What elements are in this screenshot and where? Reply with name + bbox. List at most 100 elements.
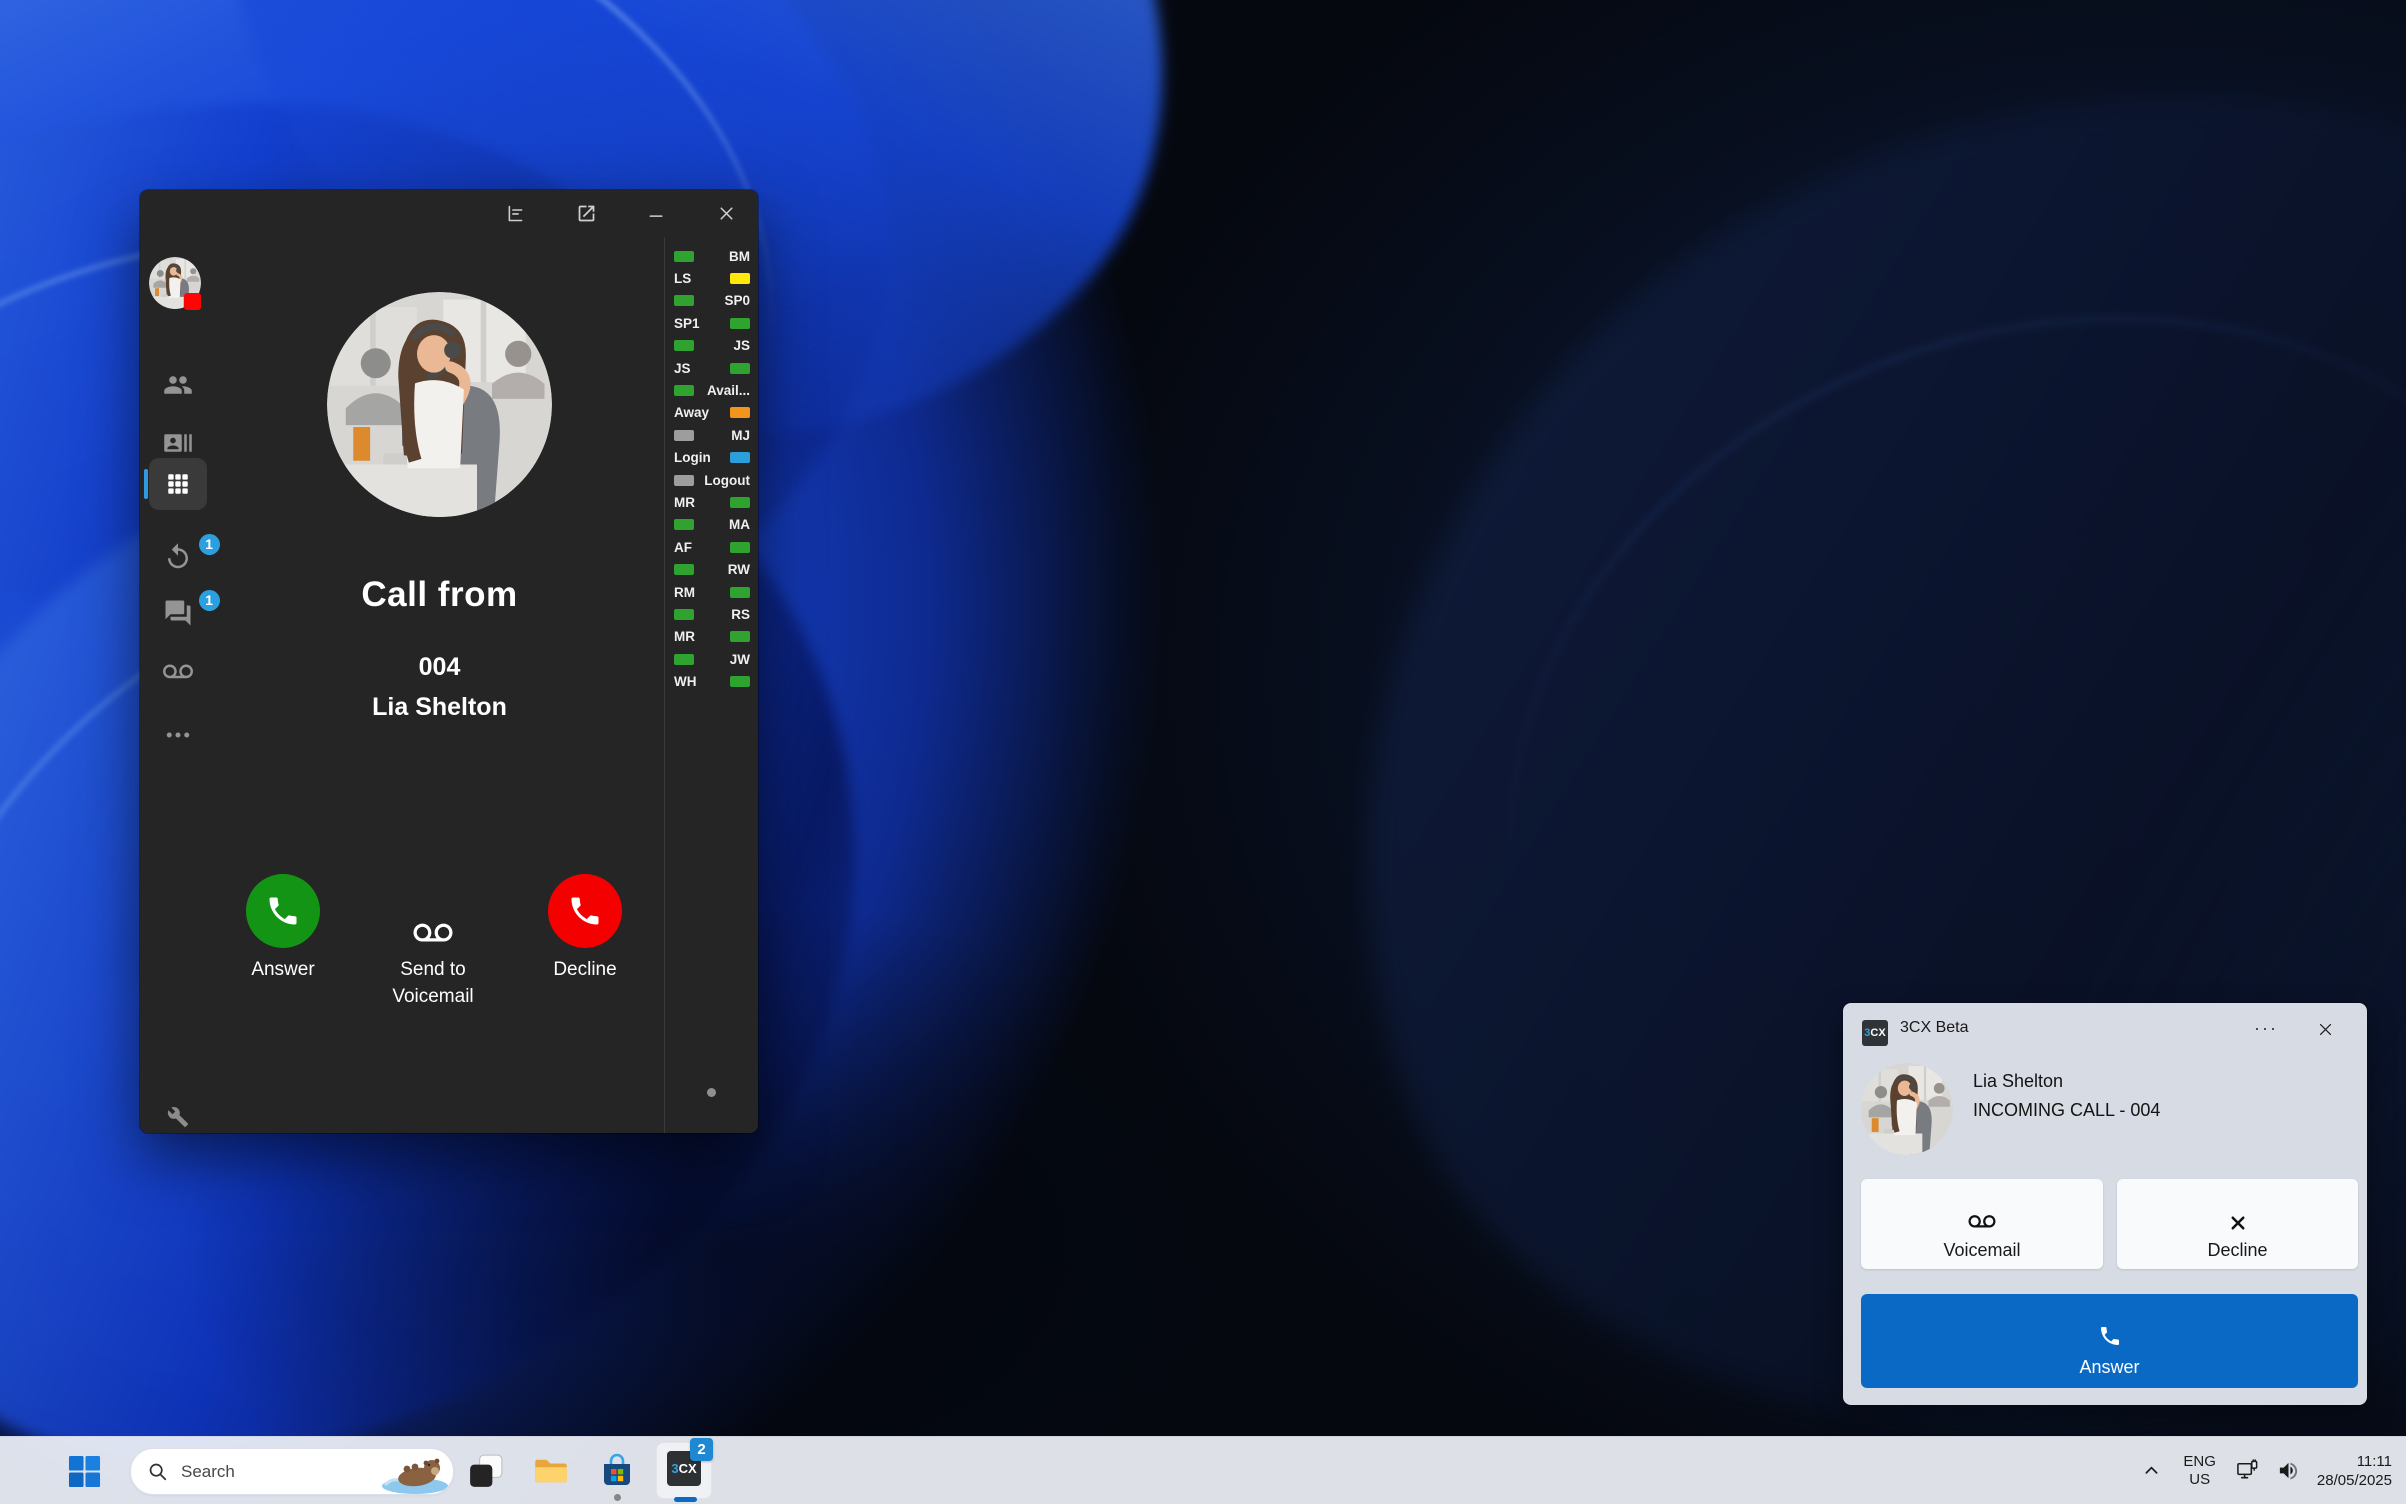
notification-toast: 3CX 3CX Beta ··· [1843,1003,2367,1405]
blf-key[interactable]: SP0 [665,290,759,312]
voicemail-label-line2: Voicemail [392,986,473,1007]
answer-phone-icon [265,893,301,929]
blf-key[interactable]: Logout [665,469,759,491]
caller-number: 004 [215,653,664,682]
blf-status-led [674,295,694,306]
volume-button[interactable] [2276,1458,2302,1484]
sidebar-item-team[interactable] [140,363,215,407]
clock-time: 11:11 [2317,1452,2392,1471]
start-button[interactable] [60,1447,108,1495]
blf-key[interactable]: RM [665,581,759,603]
settings-button[interactable] [140,1095,215,1139]
caller-name: Lia Shelton [215,693,664,722]
queue-statistics-button[interactable] [498,198,532,228]
blf-key[interactable]: MR [665,626,759,648]
blf-key[interactable]: RW [665,558,759,580]
blf-status-led [674,251,694,262]
3cx-taskbar-button[interactable]: 3CX 2 [656,1442,712,1499]
blf-key-label: Away [674,405,709,420]
close-button[interactable] [709,198,743,228]
blf-status-led [674,385,694,396]
app-sidebar: 1 1 [140,237,215,1133]
search-input[interactable]: Search [130,1448,454,1495]
sidebar-item-voicemail[interactable] [140,650,215,694]
toast-caller-photo [1861,1063,1953,1155]
desktop: 1 1 [0,0,2406,1504]
blf-key-label: WH [674,674,697,689]
blf-key[interactable]: LS [665,267,759,289]
toast-voicemail-label: Voicemail [1867,1240,2097,1261]
incoming-call-panel: Call from 004 Lia Shelton Answer Send to [215,237,664,1133]
blf-key[interactable]: Away [665,402,759,424]
blf-key[interactable]: JS [665,335,759,357]
blf-key-label: LS [674,271,691,286]
blf-key-label: MR [674,495,695,510]
blf-key[interactable]: Avail... [665,379,759,401]
blf-key[interactable]: SP1 [665,312,759,334]
toast-voicemail-button[interactable]: Voicemail [1861,1179,2103,1269]
blf-key[interactable]: RS [665,603,759,625]
blf-key[interactable]: JW [665,648,759,670]
network-icon [2236,1459,2259,1482]
toast-more-button[interactable]: ··· [2248,1011,2284,1045]
language-region: US [2183,1471,2216,1489]
close-icon [2317,1021,2334,1038]
blf-key[interactable]: Login [665,447,759,469]
blf-key[interactable]: MJ [665,424,759,446]
toast-answer-label: Answer [1867,1357,2352,1378]
blf-status-led [674,564,694,575]
task-view-icon [468,1453,504,1489]
blf-key[interactable]: AF [665,536,759,558]
taskbar: Search [0,1436,2406,1504]
clock[interactable]: 11:11 28/05/2025 [2317,1452,2394,1490]
blf-status-led [730,318,750,329]
send-to-voicemail-button[interactable]: Send to Voicemail [373,874,493,1010]
blf-status-led [730,363,750,374]
language-indicator[interactable]: ENG US [2179,1453,2220,1489]
user-avatar[interactable] [149,257,201,309]
blf-key-label: AF [674,540,692,555]
3cx-logo-icon: 3CX [1862,1020,1888,1046]
sidebar-item-chat[interactable]: 1 [140,593,215,637]
dialpad-icon [165,471,191,497]
blf-key-label: JS [733,338,750,353]
sidebar-item-history[interactable]: 1 [140,537,215,581]
blf-key-label: MR [674,629,695,644]
sidebar-item-dialpad[interactable] [140,458,215,510]
open-in-window-button[interactable] [569,198,603,228]
toast-close-button[interactable] [2305,1011,2345,1047]
blf-key[interactable]: MA [665,514,759,536]
network-button[interactable] [2235,1458,2261,1484]
decline-phone-icon [567,893,603,929]
active-tab-accent [144,469,148,499]
blf-key[interactable]: JS [665,357,759,379]
file-explorer-icon [533,1453,569,1489]
voicemail-icon [163,657,193,687]
blf-key[interactable]: BM [665,245,759,267]
toast-header: 3CX 3CX Beta ··· [1843,1003,2367,1055]
3cx-active-indicator [674,1497,697,1502]
dnd-status-badge [184,293,201,310]
store-button[interactable] [593,1447,641,1495]
blf-key-label: Login [674,450,711,465]
start-icon [68,1455,101,1488]
task-view-button[interactable] [462,1447,510,1495]
blf-status-led [730,542,750,553]
minimize-button[interactable] [639,198,673,228]
answer-button[interactable]: Answer [223,874,343,983]
blf-status-led [730,273,750,284]
sidebar-item-more[interactable] [140,713,215,757]
file-explorer-button[interactable] [527,1447,575,1495]
blf-key[interactable]: MR [665,491,759,513]
blf-key[interactable]: WH [665,670,759,692]
call-actions: Answer Send to Voicemail Decline [215,874,664,1054]
3cx-app-window: 1 1 [140,190,758,1133]
decline-button[interactable]: Decline [525,874,645,983]
toast-answer-button[interactable]: Answer [1861,1294,2358,1388]
system-tray: ENG US 11:11 28/05/2025 [2138,1437,2394,1504]
toast-decline-button[interactable]: Decline [2117,1179,2358,1269]
blf-page-indicator[interactable] [707,1088,716,1097]
tray-overflow-button[interactable] [2138,1458,2164,1484]
app-titlebar[interactable] [140,190,758,237]
team-icon [163,370,193,400]
